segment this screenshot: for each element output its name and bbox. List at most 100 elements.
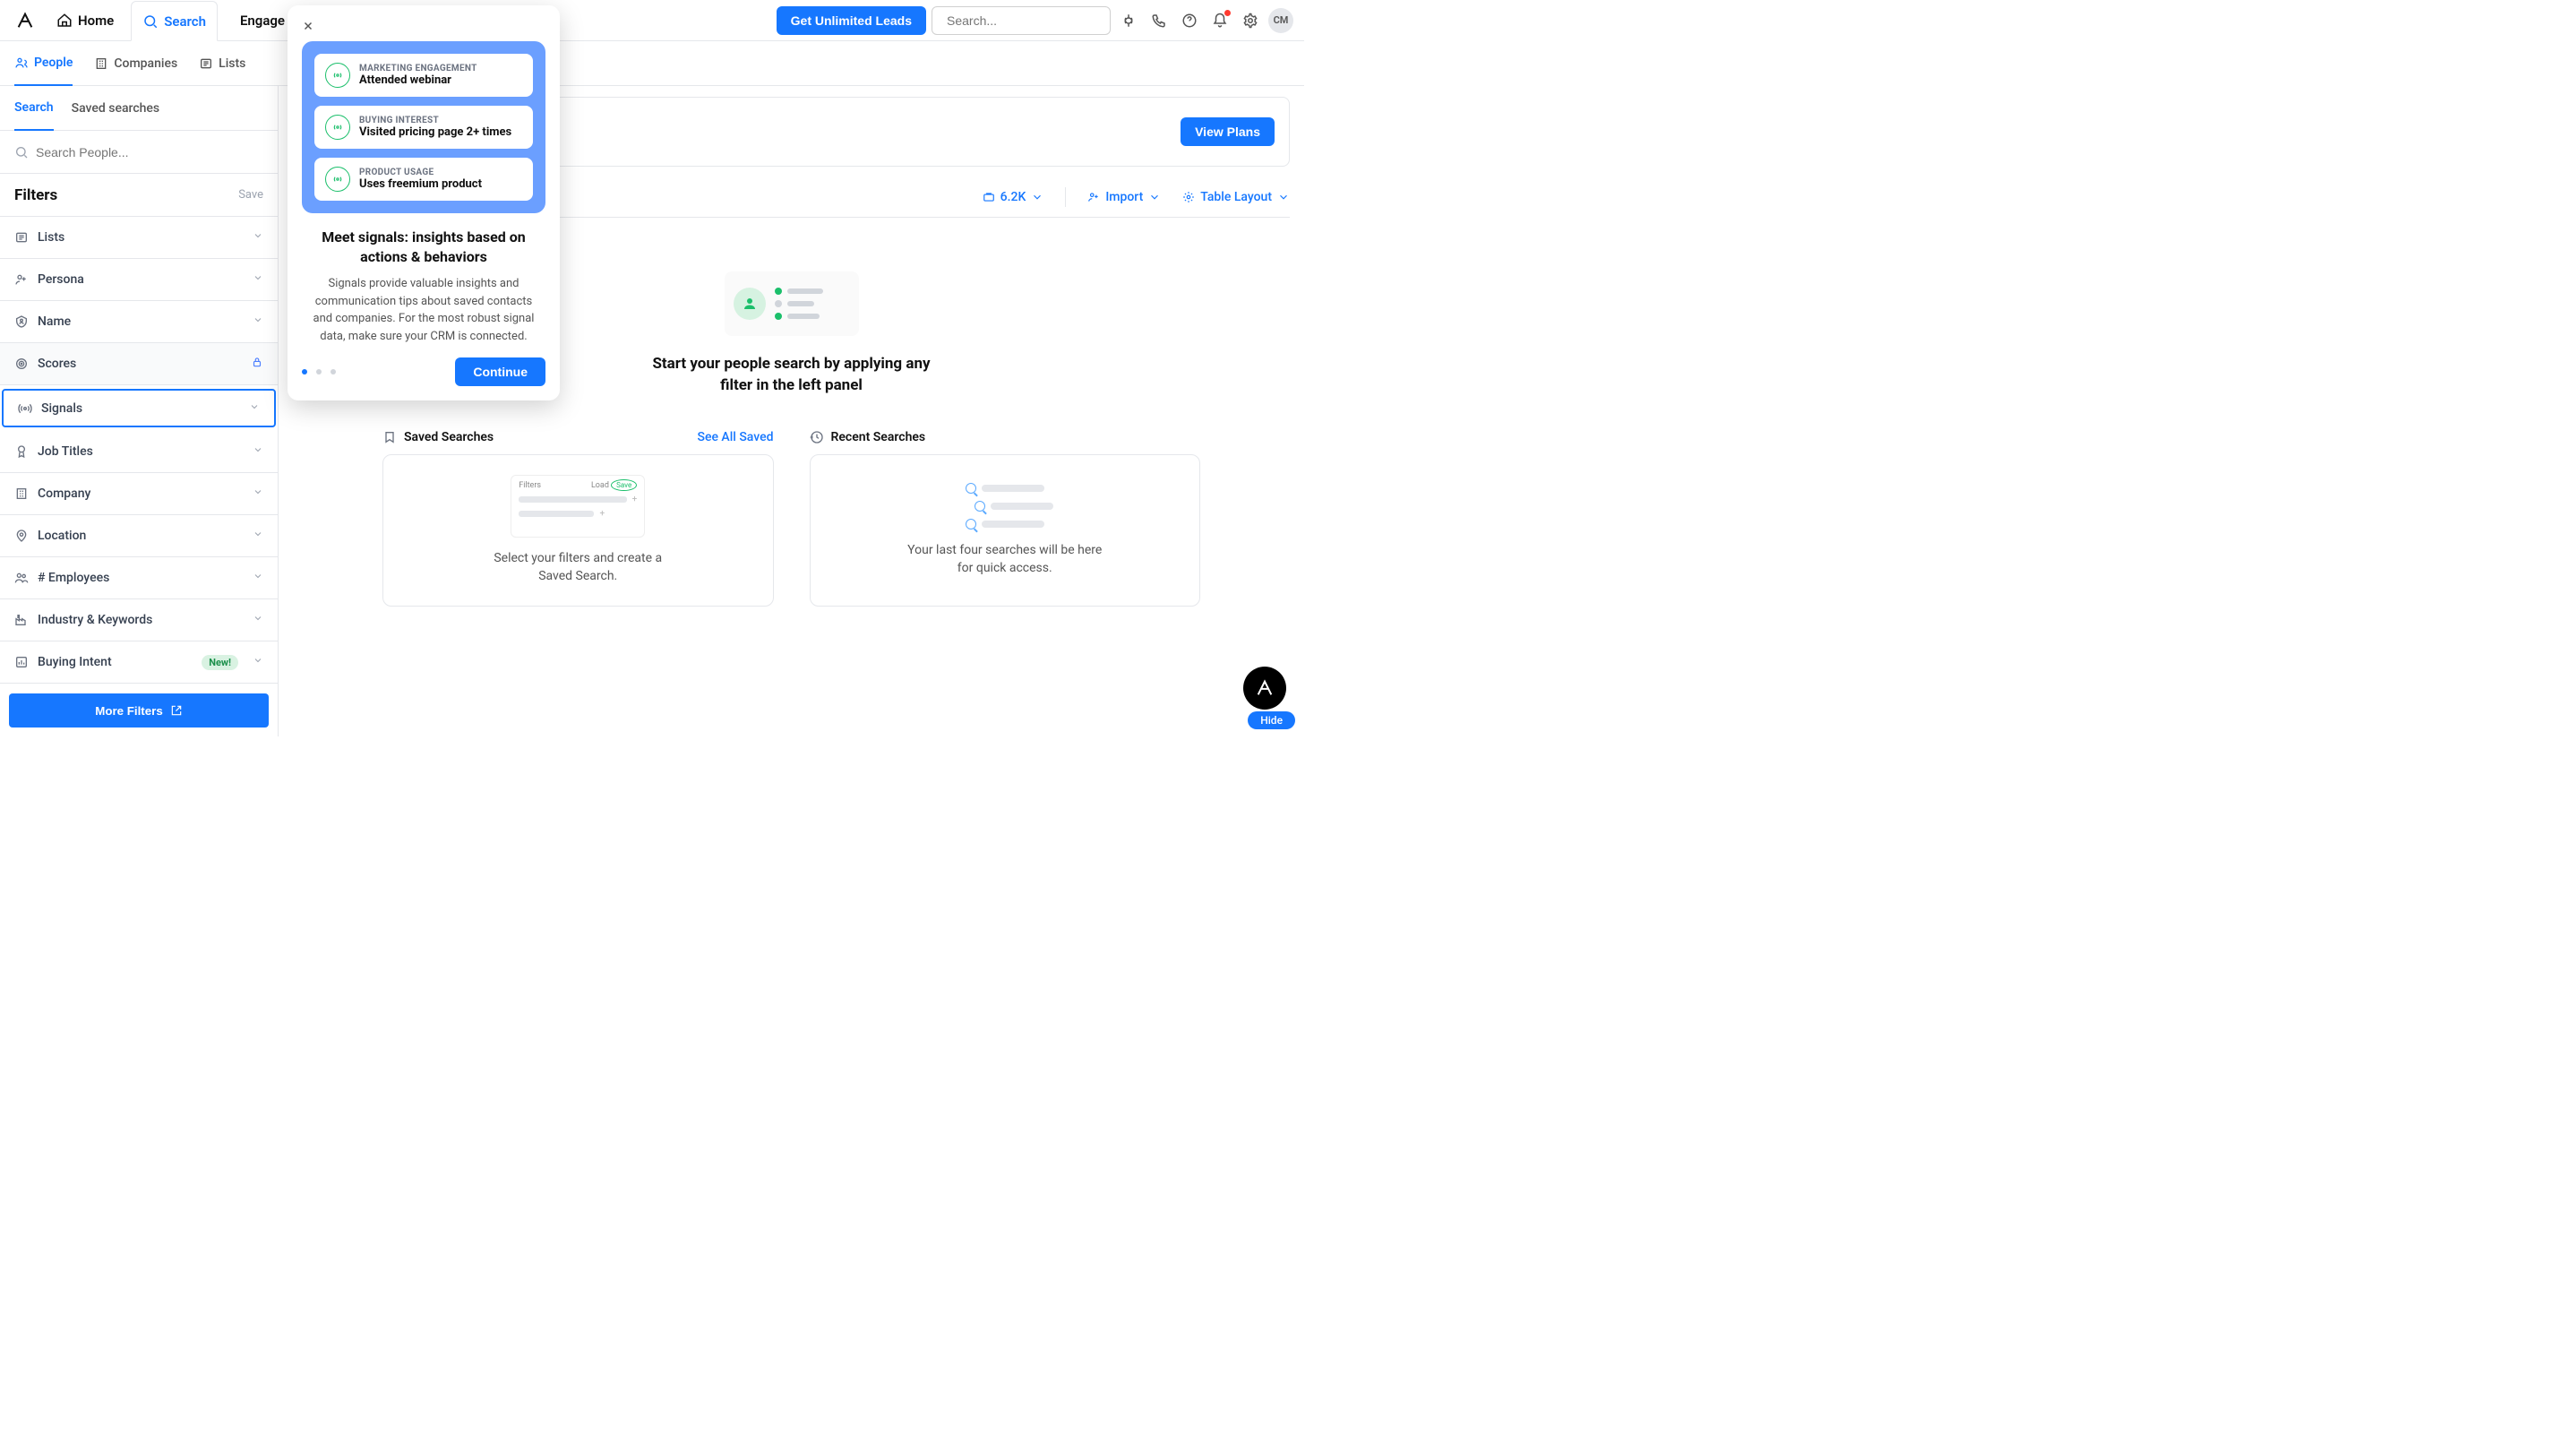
import-button[interactable]: Import <box>1087 190 1161 204</box>
filter-company[interactable]: Company <box>0 473 278 515</box>
recent-searches-card: Your last four searches will be here for… <box>810 454 1201 607</box>
assistant-fab[interactable] <box>1243 667 1286 710</box>
filters-save-link[interactable]: Save <box>238 188 263 202</box>
saved-searches-desc: Select your filters and create a Saved S… <box>479 550 676 585</box>
chevron-down-icon <box>253 529 263 543</box>
signals-illustration: MARKETING ENGAGEMENTAttended webinar BUY… <box>302 41 545 213</box>
signal-icon <box>325 63 350 88</box>
lock-icon <box>251 356 263 372</box>
view-plans-button[interactable]: View Plans <box>1181 117 1275 146</box>
filter-location[interactable]: Location <box>0 515 278 557</box>
empty-state-illustration <box>725 271 859 336</box>
new-badge: New! <box>202 655 238 670</box>
sidebar-search-people[interactable] <box>0 131 278 174</box>
recent-searches-column: Recent Searches Your last four searches … <box>810 424 1201 607</box>
filter-signals[interactable]: Signals <box>2 389 276 427</box>
user-avatar[interactable]: CM <box>1268 8 1293 33</box>
empty-state-headline: Start your people search by applying any… <box>648 354 935 397</box>
notifications-icon[interactable] <box>1207 8 1232 33</box>
global-search-input[interactable] <box>947 13 1109 28</box>
signal-card: MARKETING ENGAGEMENTAttended webinar <box>314 54 533 97</box>
sidebar-tab-saved-searches[interactable]: Saved searches <box>72 86 160 131</box>
brand-logo <box>11 6 39 35</box>
filter-scores[interactable]: Scores <box>0 343 278 385</box>
recent-illustration <box>947 483 1063 529</box>
more-filters-label: More Filters <box>95 704 163 718</box>
tab-lists-label: Lists <box>219 56 245 71</box>
help-icon[interactable] <box>1177 8 1202 33</box>
integrations-icon[interactable] <box>1116 8 1141 33</box>
filter-label: Location <box>38 529 86 543</box>
table-layout-button[interactable]: Table Layout <box>1182 190 1290 204</box>
tab-people-label: People <box>34 56 73 70</box>
nav-search[interactable]: Search <box>131 1 218 41</box>
nav-search-label: Search <box>164 13 206 30</box>
sidebar-tab-search[interactable]: Search <box>14 86 54 131</box>
popover-continue-button[interactable]: Continue <box>455 357 545 386</box>
chevron-down-icon <box>253 230 263 245</box>
nav-home-label: Home <box>78 13 114 29</box>
filter-label: Industry & Keywords <box>38 613 152 627</box>
chevron-down-icon <box>253 272 263 287</box>
person-icon <box>734 288 766 320</box>
nav-home[interactable]: Home <box>45 0 125 40</box>
chevron-down-icon <box>249 401 260 416</box>
see-all-saved-link[interactable]: See All Saved <box>697 430 773 444</box>
sidebar-tabs: Search Saved searches <box>0 86 278 131</box>
more-filters-button[interactable]: More Filters <box>9 693 269 728</box>
chevron-down-icon <box>253 571 263 585</box>
tab-companies-label: Companies <box>114 56 177 71</box>
filter-list: Lists Persona Name Scores Signals <box>0 217 278 684</box>
signals-onboarding-popover: MARKETING ENGAGEMENTAttended webinar BUY… <box>288 5 560 400</box>
chevron-down-icon <box>253 486 263 501</box>
filter-label: Job Titles <box>38 444 93 459</box>
close-popover-button[interactable] <box>300 18 316 34</box>
filter-persona[interactable]: Persona <box>0 259 278 301</box>
saved-illustration: FiltersLoad Save + + <box>511 475 645 538</box>
settings-gear-icon[interactable] <box>1238 8 1263 33</box>
popover-pagination-dots <box>302 369 336 375</box>
filter-employees[interactable]: # Employees <box>0 557 278 599</box>
filters-header: Filters Save <box>0 174 278 217</box>
credits-count[interactable]: 6.2K <box>983 190 1044 204</box>
tab-companies[interactable]: Companies <box>94 41 177 86</box>
tab-people[interactable]: People <box>14 41 73 86</box>
chevron-down-icon <box>253 613 263 627</box>
nav-engage[interactable]: Engage <box>223 0 295 40</box>
filter-lists[interactable]: Lists <box>0 217 278 259</box>
filter-name[interactable]: Name <box>0 301 278 343</box>
dot-3[interactable] <box>331 369 336 375</box>
global-search[interactable] <box>932 6 1111 35</box>
tab-lists[interactable]: Lists <box>199 41 245 86</box>
hide-fab-button[interactable]: Hide <box>1248 711 1295 729</box>
dot-2[interactable] <box>316 369 322 375</box>
signal-card: PRODUCT USAGEUses freemium product <box>314 158 533 201</box>
phone-icon[interactable] <box>1146 8 1172 33</box>
entity-tabs: People Companies Lists <box>0 41 1304 86</box>
filter-label: Buying Intent <box>38 655 112 669</box>
signal-icon <box>325 115 350 140</box>
filter-label: Company <box>38 486 90 501</box>
filter-buying-intent[interactable]: Buying Intent New! <box>0 641 278 684</box>
topnav: Home Search Engage Get Unlimited Leads C… <box>0 0 1304 41</box>
notification-badge-icon <box>1224 10 1231 16</box>
filter-industry[interactable]: Industry & Keywords <box>0 599 278 641</box>
filter-job-titles[interactable]: Job Titles <box>0 431 278 473</box>
get-unlimited-leads-button[interactable]: Get Unlimited Leads <box>777 6 926 35</box>
filters-title: Filters <box>14 186 57 204</box>
chevron-down-icon <box>253 314 263 329</box>
saved-searches-column: Saved Searches See All Saved FiltersLoad… <box>382 424 774 607</box>
chevron-down-icon <box>253 444 263 459</box>
filter-label: Persona <box>38 272 84 287</box>
dot-1[interactable] <box>302 369 307 375</box>
signal-icon <box>325 167 350 192</box>
filter-label: Lists <box>38 230 64 245</box>
filter-label: Signals <box>41 401 82 416</box>
recent-searches-desc: Your last four searches will be here for… <box>906 542 1103 577</box>
chevron-down-icon <box>253 655 263 669</box>
signal-card: BUYING INTERESTVisited pricing page 2+ t… <box>314 106 533 149</box>
saved-searches-card: FiltersLoad Save + + Select your filters… <box>382 454 774 607</box>
popover-heading: Meet signals: insights based on actions … <box>307 228 540 266</box>
recent-searches-title: Recent Searches <box>831 430 926 444</box>
sidebar-search-people-input[interactable] <box>36 145 263 159</box>
